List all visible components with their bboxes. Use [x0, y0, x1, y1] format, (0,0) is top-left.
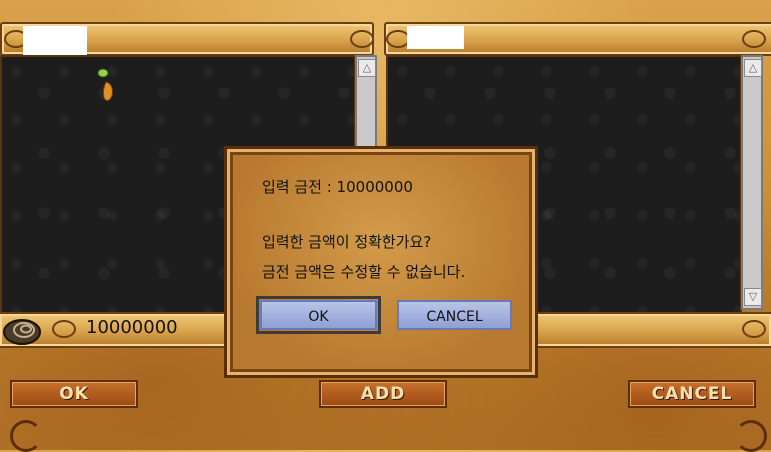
right-scrollbar[interactable]: △ ▽ [741, 55, 763, 310]
confirm-question: 입력한 금액이 정확한가요? [262, 233, 432, 251]
add-button[interactable]: ADD [319, 380, 447, 408]
scroll-down-icon[interactable]: ▽ [744, 288, 762, 306]
scroll-up-icon[interactable]: △ [358, 59, 376, 77]
confirm-dialog: 입력 금전 : 10000000 입력한 금액이 정확한가요? 금전 금액은 수… [224, 146, 538, 378]
right-player-name [407, 26, 464, 49]
coin-pouch-icon[interactable] [2, 312, 44, 346]
swirl-ornament-icon [742, 30, 766, 48]
cancel-button[interactable]: CANCEL [628, 380, 756, 408]
corner-ornament-icon [735, 420, 767, 452]
swirl-ornament-icon [52, 320, 76, 338]
confirm-warning: 금전 금액은 수정할 수 없습니다. [262, 263, 466, 281]
input-amount-line: 입력 금전 : 10000000 [262, 178, 413, 196]
money-amount: 10000000 [86, 317, 178, 338]
ok-button[interactable]: OK [10, 380, 138, 408]
swirl-ornament-icon [742, 320, 766, 338]
scroll-up-icon[interactable]: △ [744, 59, 762, 77]
corner-ornament-icon [10, 420, 42, 452]
dialog-ok-button[interactable]: OK [256, 296, 381, 334]
swirl-ornament-icon [350, 30, 374, 48]
dialog-cancel-button[interactable]: CANCEL [397, 300, 512, 330]
item-icon[interactable] [96, 68, 118, 104]
